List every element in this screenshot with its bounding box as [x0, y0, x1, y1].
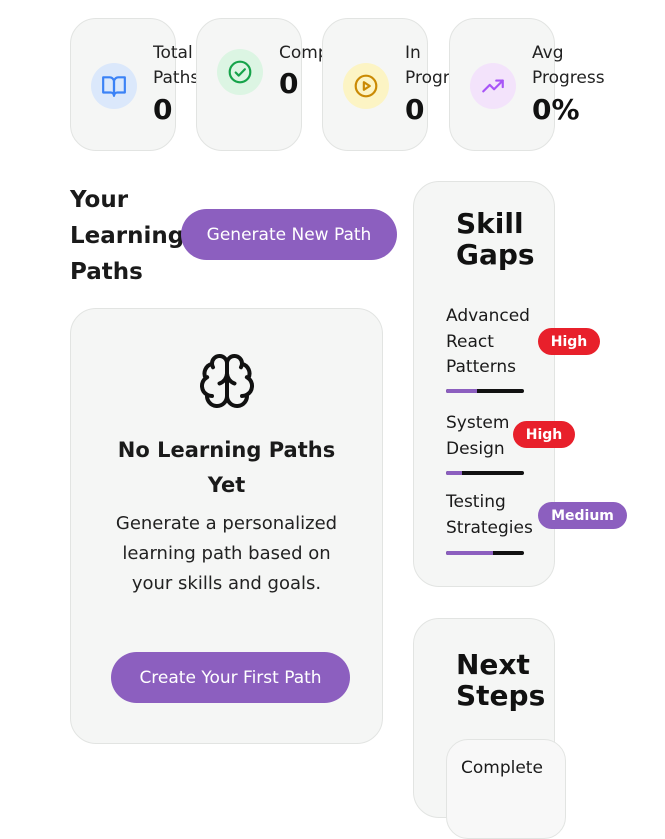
brain-icon: [197, 351, 257, 415]
generate-new-path-button[interactable]: Generate New Path: [181, 209, 397, 260]
priority-badge: High: [513, 421, 575, 448]
check-circle-icon: [217, 49, 263, 95]
create-first-path-button[interactable]: Create Your First Path: [111, 652, 350, 703]
next-step-item[interactable]: Complete: [446, 739, 566, 839]
next-steps-title: Next Steps: [456, 648, 546, 712]
stat-value: 0: [279, 67, 299, 100]
play-circle-icon: [343, 63, 389, 109]
stat-card-total-paths: Total Paths 0: [70, 18, 199, 151]
stat-value: 0: [405, 93, 425, 126]
priority-badge: High: [538, 328, 600, 355]
stat-card-in-progress: In Progress 0: [322, 18, 467, 151]
priority-badge: Medium: [538, 502, 627, 529]
stat-card-avg-progress: Avg Progress 0%: [449, 18, 605, 151]
stat-value: 0%: [532, 93, 580, 126]
section-title: Your Learning Paths: [70, 187, 185, 285]
skill-gap-progress-fill: [446, 551, 493, 555]
skill-gaps-card: Skill Gaps Advanced React Patterns High …: [413, 181, 627, 587]
book-open-icon: [91, 63, 137, 109]
empty-state-card: No Learning Paths Yet Generate a persona…: [70, 308, 383, 744]
empty-state-description: Generate a personalized learning path ba…: [115, 513, 338, 594]
empty-state-title: No Learning Paths Yet: [117, 438, 336, 497]
stat-card-completed: Completed 0: [196, 18, 341, 151]
skill-gap-name: Advanced React Patterns: [446, 306, 530, 377]
skill-gap-name: Testing Strategies: [446, 492, 533, 538]
next-steps-card: Next Steps Complete: [413, 618, 566, 839]
stat-value: 0: [153, 93, 173, 126]
skill-gap-progress: [446, 471, 524, 475]
skill-gap-progress-fill: [446, 389, 478, 393]
next-step-label: Complete: [461, 758, 543, 778]
skill-gap-progress-fill: [446, 471, 462, 475]
skill-gaps-title: Skill Gaps: [456, 207, 535, 271]
trending-up-icon: [470, 63, 516, 109]
skill-gap-progress: [446, 551, 524, 555]
skill-gap-progress: [446, 389, 524, 393]
stat-label: Avg Progress: [532, 43, 605, 88]
